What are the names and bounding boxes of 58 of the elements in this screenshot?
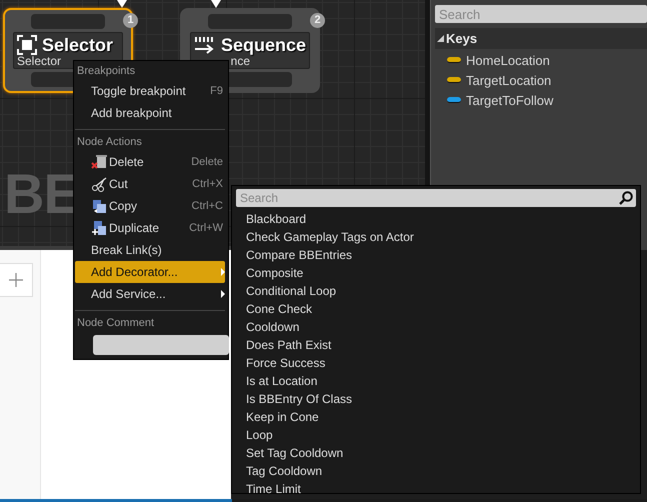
menu-item[interactable]: Force Success [236,354,636,372]
menu-item[interactable]: Cut Ctrl+X [75,173,225,195]
menu-item[interactable]: Cooldown [236,318,636,336]
node-subtitle: nce [230,55,250,67]
search-field[interactable]: Search [435,5,647,23]
key-item[interactable]: TargetLocation [466,72,552,88]
node-title: Sequence [220,34,306,56]
scissors-icon [91,176,107,192]
menu-item[interactable]: Duplicate Ctrl+W [75,217,225,239]
menu-item[interactable]: Add Decorator... [75,261,225,283]
pages-icon [91,198,107,214]
add-button[interactable] [0,263,33,297]
section-title: Keys [446,31,478,46]
menu-section-label: Node Actions [76,135,143,150]
order-badge: 2 [310,13,325,28]
node-subtitle: Selector [17,55,62,67]
comment-field[interactable] [93,335,229,355]
menu-item[interactable]: Time Limit [236,480,636,498]
input-pin[interactable] [31,14,105,29]
key-item[interactable]: TargetToFollow [466,92,554,108]
menu-item[interactable]: Loop [236,426,636,444]
menu-item[interactable]: Set Tag Cooldown [236,444,636,462]
node-title: Selector [42,34,114,56]
menu-item[interactable]: Tag Cooldown [236,462,636,480]
menu-item[interactable]: Add Service... [75,283,225,305]
expand-arrow-icon [437,35,444,42]
pin-arrow-icon [117,0,127,8]
pages-plus-icon [91,220,107,236]
menu-item[interactable]: Does Path Exist [236,336,636,354]
trash-icon [91,154,107,170]
menu-section-label: Node Comment [76,316,156,331]
menu-item[interactable]: Copy Ctrl+C [75,195,225,217]
key-item[interactable]: HomeLocation [466,52,550,68]
menu-item[interactable]: Break Link(s) [75,239,225,261]
menu-item[interactable]: Compare BBEntries [236,246,636,264]
pin-arrow-icon [211,0,221,8]
menu-item[interactable]: Delete Delete [75,151,225,173]
shortcut-label: Delete [191,156,223,168]
menu-item[interactable]: Check Gameplay Tags on Actor [236,228,636,246]
shortcut-label: Ctrl+W [189,222,223,234]
shortcut-label: Ctrl+C [192,200,223,212]
menu-item[interactable]: Cone Check [236,300,636,318]
sequence-icon [194,35,216,55]
section-header[interactable]: Keys [435,28,647,49]
input-pin[interactable] [208,14,292,29]
shortcut-label: Ctrl+X [192,178,223,190]
menu-item[interactable]: Add breakpoint [75,102,225,124]
selector-icon [17,35,37,55]
menu-item[interactable]: Keep in Cone [236,408,636,426]
search-icon [619,191,633,205]
menu-item[interactable]: Is BBEntry Of Class [236,390,636,408]
search-field[interactable]: Search [236,189,636,207]
plus-icon [9,273,23,287]
order-badge: 1 [123,13,138,28]
menu-item[interactable]: Blackboard [236,210,636,228]
menu-item[interactable]: Composite [236,264,636,282]
menu-item[interactable]: Conditional Loop [236,282,636,300]
menu-item[interactable]: Is at Location [236,372,636,390]
